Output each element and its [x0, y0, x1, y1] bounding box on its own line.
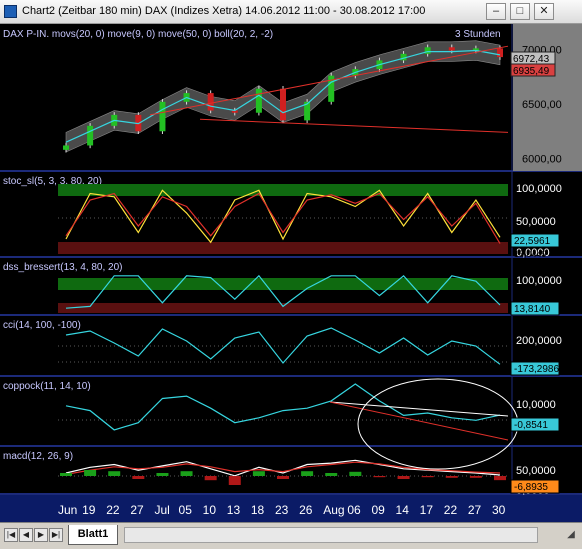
x-axis-label: Jul — [154, 503, 169, 517]
next-sheet-button[interactable]: ▶ — [34, 528, 48, 542]
window-title: Chart2 (Zeitbar 180 min) DAX (Indizes Xe… — [22, 5, 426, 17]
macd-histogram-bar — [252, 471, 265, 476]
macd-histogram-bar — [277, 476, 289, 479]
cci-panel-label: cci(14, 100, -100) — [3, 320, 81, 331]
price-panel-label: DAX P-IN. movs(20, 0) move(9, 0) move(50… — [3, 29, 273, 40]
macd-panel-label: macd(12, 26, 9) — [3, 451, 73, 462]
x-axis-label: 22 — [106, 503, 120, 517]
candle — [280, 88, 286, 121]
lower-trendline — [199, 118, 509, 133]
macd-histogram-bar — [180, 471, 193, 476]
candle — [497, 48, 503, 58]
last-price-value: 6972,43 — [513, 54, 550, 65]
cci_panel-value: -173,2986 — [514, 364, 559, 375]
app-icon — [4, 5, 17, 18]
x-axis-label: 27 — [468, 503, 482, 517]
x-axis-label: 06 — [347, 503, 361, 517]
candle — [207, 93, 214, 111]
x-axis-label: Jun — [58, 503, 77, 517]
x-axis-label: 18 — [251, 503, 265, 517]
stoch-oversold-zone-red — [58, 242, 508, 254]
stoch-second-value: 13,0449 — [514, 249, 547, 259]
stoch_panel-series-2 — [65, 192, 501, 244]
candle — [87, 125, 94, 146]
macd-histogram-bar — [132, 476, 145, 479]
x-axis-label: Aug — [323, 503, 344, 517]
macd-histogram-bar — [445, 476, 458, 478]
indicator-chart[interactable]: DAX P-IN. movs(20, 0) move(9, 0) move(50… — [0, 24, 582, 522]
first-sheet-button[interactable]: |◀ — [4, 528, 18, 542]
macd-histogram-bar — [156, 473, 169, 476]
macd-histogram-bar — [325, 473, 338, 476]
x-axis-label: 10 — [203, 503, 217, 517]
macd-histogram-bar — [421, 476, 434, 478]
last-sheet-button[interactable]: ▶| — [49, 528, 63, 542]
x-axis-label: 27 — [130, 503, 144, 517]
dss_panel-value: 13,8140 — [514, 304, 551, 315]
x-axis-label: 13 — [227, 503, 241, 517]
stoch_panel-value: 22,5961 — [514, 236, 551, 247]
maximize-button[interactable]: □ — [510, 3, 530, 20]
coppock_panel-series-1 — [65, 383, 501, 431]
coppock_panel-value: -0,8541 — [514, 420, 548, 431]
candle — [63, 145, 69, 150]
x-axis-label: 14 — [396, 503, 410, 517]
macd-histogram-bar — [84, 470, 97, 476]
resize-grip-icon[interactable]: ◢ — [564, 528, 578, 542]
x-axis-label: 09 — [371, 503, 385, 517]
candle — [159, 101, 166, 132]
dss-oversold-zone-red — [58, 303, 508, 313]
macd-histogram-bar — [373, 476, 386, 478]
dss-panel-label: dss_bressert(13, 4, 80, 20) — [3, 262, 123, 273]
coppock_panel-tick-label: 10,0000 — [516, 399, 556, 411]
window-titlebar: Chart2 (Zeitbar 180 min) DAX (Indizes Xe… — [0, 0, 582, 24]
x-axis-label: 05 — [179, 503, 193, 517]
price-tick-label: 6000,00 — [522, 154, 562, 166]
x-axis-label: 19 — [82, 503, 96, 517]
macd_panel-tick-label: 50,0000 — [516, 465, 556, 477]
macd_panel-value: -6,8935 — [514, 482, 548, 493]
prev-sheet-button[interactable]: ◀ — [19, 528, 33, 542]
x-axis-label: 30 — [492, 503, 506, 517]
horizontal-scrollbar[interactable] — [124, 527, 538, 543]
stoch_panel-tick-label: 50,0000 — [516, 216, 556, 228]
stoch_panel-tick-label: 100,0000 — [516, 183, 562, 195]
macd-histogram-bar — [108, 471, 121, 476]
candle — [448, 47, 455, 51]
timeframe-label: 3 Stunden — [455, 29, 501, 40]
minimize-button[interactable]: – — [486, 3, 506, 20]
candle — [255, 88, 262, 113]
x-axis-label: 22 — [444, 503, 458, 517]
coppock-panel-label: coppock(11, 14, 10) — [3, 381, 91, 392]
macd-histogram-bar — [397, 476, 410, 479]
sheet-tab-blatt1[interactable]: Blatt1 — [68, 525, 118, 545]
x-axis-label: 26 — [299, 503, 313, 517]
upper-trendline — [149, 45, 509, 116]
annotation-ellipse — [357, 378, 519, 470]
stoch-overbought-zone-green — [58, 184, 508, 196]
macd-histogram-bar — [60, 473, 72, 476]
macd-histogram-bar — [301, 471, 314, 476]
close-button[interactable]: ✕ — [534, 3, 554, 20]
dss_panel-tick-label: 100,0000 — [516, 275, 562, 287]
sheet-bar: |◀ ◀ ▶ ▶| Blatt1 ◢ — [0, 522, 582, 549]
x-axis-label: 17 — [420, 503, 434, 517]
x-axis-label: 23 — [275, 503, 289, 517]
price-tick-label: 6500,00 — [522, 99, 562, 111]
macd-histogram-bar — [204, 476, 217, 481]
cci_panel-tick-label: 200,0000 — [516, 335, 562, 347]
macd-histogram-bar — [469, 476, 482, 478]
chart-area[interactable]: DAX P-IN. movs(20, 0) move(9, 0) move(50… — [0, 24, 582, 522]
candle — [424, 47, 431, 54]
macd-histogram-bar — [228, 476, 241, 485]
coppock-trendline-red — [329, 401, 509, 441]
last-price-value-2: 6935,49 — [513, 66, 550, 77]
macd-histogram-bar — [349, 471, 362, 476]
macd-histogram-bar — [494, 476, 506, 481]
